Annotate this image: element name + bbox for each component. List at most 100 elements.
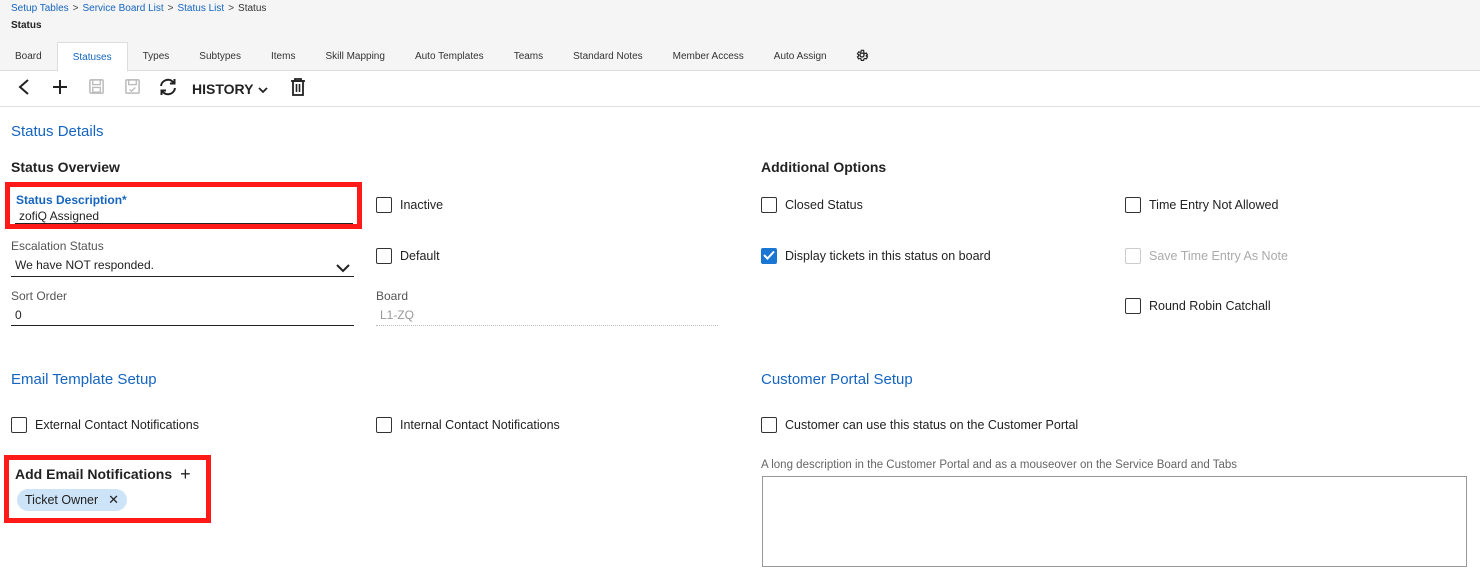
checkbox-box xyxy=(1125,248,1141,264)
refresh-button[interactable] xyxy=(150,74,186,104)
add-button[interactable] xyxy=(42,74,78,104)
gear-icon xyxy=(855,48,869,65)
delete-icon xyxy=(290,77,306,101)
default-label: Default xyxy=(400,249,440,263)
display-on-board-label: Display tickets in this status on board xyxy=(785,249,991,263)
tab-settings[interactable] xyxy=(842,42,882,71)
inactive-label: Inactive xyxy=(400,198,444,212)
checkbox-box xyxy=(1125,298,1141,314)
escalation-status-value: We have NOT responded. xyxy=(15,258,154,272)
status-description-input[interactable] xyxy=(15,209,353,224)
breadcrumb-separator: > xyxy=(72,3,79,14)
checkbox-box xyxy=(761,417,777,433)
tab-skill-mapping[interactable]: Skill Mapping xyxy=(310,42,399,71)
checkbox-box xyxy=(11,417,27,433)
customer-portal-title: Customer Portal Setup xyxy=(761,371,913,388)
email-template-title: Email Template Setup xyxy=(11,371,157,388)
breadcrumb-setup-tables[interactable]: Setup Tables xyxy=(11,3,69,14)
escalation-status-select[interactable]: We have NOT responded. xyxy=(11,255,354,277)
inactive-checkbox[interactable]: Inactive xyxy=(376,197,443,213)
tab-statuses[interactable]: Statuses xyxy=(56,42,128,72)
breadcrumb-current: Status xyxy=(238,3,267,14)
status-description-label: Status Description* xyxy=(16,193,127,207)
tab-auto-templates[interactable]: Auto Templates xyxy=(400,42,499,71)
save-button[interactable] xyxy=(78,74,114,104)
save-close-icon xyxy=(124,78,141,100)
tab-types[interactable]: Types xyxy=(128,42,185,71)
add-email-notifications-panel: Add Email Notifications + Ticket Owner ✕ xyxy=(4,455,211,523)
add-icon xyxy=(51,78,69,101)
save-icon xyxy=(88,78,105,100)
tab-member-access[interactable]: Member Access xyxy=(658,42,759,71)
add-notification-button[interactable]: + xyxy=(180,464,191,484)
portal-description-label: A long description in the Customer Porta… xyxy=(761,459,1238,471)
portal-description-textarea[interactable] xyxy=(762,476,1467,567)
add-email-notifications-label: Add Email Notifications xyxy=(15,466,173,482)
top-bar: Setup Tables > Service Board List > Stat… xyxy=(0,0,1480,72)
breadcrumb-service-board-list[interactable]: Service Board List xyxy=(82,3,163,14)
remove-chip-button[interactable]: ✕ xyxy=(108,492,119,508)
tab-board[interactable]: Board xyxy=(0,42,57,71)
back-button[interactable] xyxy=(6,74,42,104)
closed-status-checkbox[interactable]: Closed Status xyxy=(761,197,863,213)
tab-bar: Board Statuses Types Subtypes Items Skil… xyxy=(0,42,882,72)
checkbox-box xyxy=(376,197,392,213)
internal-contact-notifications-checkbox[interactable]: Internal Contact Notifications xyxy=(376,417,560,433)
tab-standard-notes[interactable]: Standard Notes xyxy=(558,42,658,71)
save-and-close-button[interactable] xyxy=(114,74,150,104)
status-overview-title: Status Overview xyxy=(11,159,120,175)
round-robin-catchall-checkbox[interactable]: Round Robin Catchall xyxy=(1125,298,1271,314)
history-label: HISTORY xyxy=(192,81,254,97)
breadcrumb-status-list[interactable]: Status List xyxy=(177,3,224,14)
tab-subtypes[interactable]: Subtypes xyxy=(184,42,256,71)
closed-status-label: Closed Status xyxy=(785,198,863,212)
breadcrumb-separator: > xyxy=(228,3,235,14)
refresh-icon xyxy=(158,78,178,101)
delete-button[interactable] xyxy=(280,74,316,104)
notification-chip: Ticket Owner ✕ xyxy=(17,489,128,511)
page-title: Status xyxy=(11,20,42,31)
status-description-field: Status Description* xyxy=(5,182,362,229)
checkbox-box xyxy=(1125,197,1141,213)
plus-icon: + xyxy=(180,464,191,484)
chip-label: Ticket Owner xyxy=(25,493,99,507)
chevron-down-icon xyxy=(253,81,269,97)
sort-order-underline xyxy=(11,325,354,326)
additional-options-title: Additional Options xyxy=(761,159,887,175)
customer-portal-label: Customer can use this status on the Cust… xyxy=(785,418,1079,432)
checkmark-icon xyxy=(763,249,775,263)
escalation-status-label: Escalation Status xyxy=(11,239,104,253)
checkbox-box xyxy=(376,417,392,433)
checkbox-box xyxy=(761,197,777,213)
toolbar: HISTORY xyxy=(0,72,1480,107)
back-icon xyxy=(17,78,31,101)
checkbox-box xyxy=(376,248,392,264)
external-contact-notifications-checkbox[interactable]: External Contact Notifications xyxy=(11,417,199,433)
external-contact-label: External Contact Notifications xyxy=(35,418,199,432)
round-robin-label: Round Robin Catchall xyxy=(1149,299,1271,313)
customer-portal-checkbox[interactable]: Customer can use this status on the Cust… xyxy=(761,417,1078,433)
add-email-notifications-title: Add Email Notifications + xyxy=(15,464,191,484)
history-menu[interactable]: HISTORY xyxy=(192,81,269,97)
breadcrumb-separator: > xyxy=(167,3,174,14)
internal-contact-label: Internal Contact Notifications xyxy=(400,418,560,432)
time-entry-not-allowed-checkbox[interactable]: Time Entry Not Allowed xyxy=(1125,197,1278,213)
tab-teams[interactable]: Teams xyxy=(499,42,558,71)
close-icon: ✕ xyxy=(108,492,120,507)
tab-auto-assign[interactable]: Auto Assign xyxy=(759,42,842,71)
save-time-entry-as-note-checkbox[interactable]: Save Time Entry As Note xyxy=(1125,248,1288,264)
display-on-board-checkbox[interactable]: Display tickets in this status on board xyxy=(761,248,991,264)
board-underline xyxy=(376,325,718,326)
board-value: L1-ZQ xyxy=(380,308,415,322)
time-entry-not-allowed-label: Time Entry Not Allowed xyxy=(1149,198,1279,212)
save-time-entry-label: Save Time Entry As Note xyxy=(1149,249,1288,263)
breadcrumb: Setup Tables > Service Board List > Stat… xyxy=(11,3,266,14)
tab-items[interactable]: Items xyxy=(256,42,310,71)
escalation-underline xyxy=(11,276,354,277)
default-checkbox[interactable]: Default xyxy=(376,248,440,264)
status-details-title: Status Details xyxy=(11,123,104,140)
board-label: Board xyxy=(376,289,409,303)
sort-order-input[interactable]: 0 xyxy=(15,308,22,322)
sort-order-label: Sort Order xyxy=(11,289,68,303)
checkbox-box xyxy=(761,248,777,264)
